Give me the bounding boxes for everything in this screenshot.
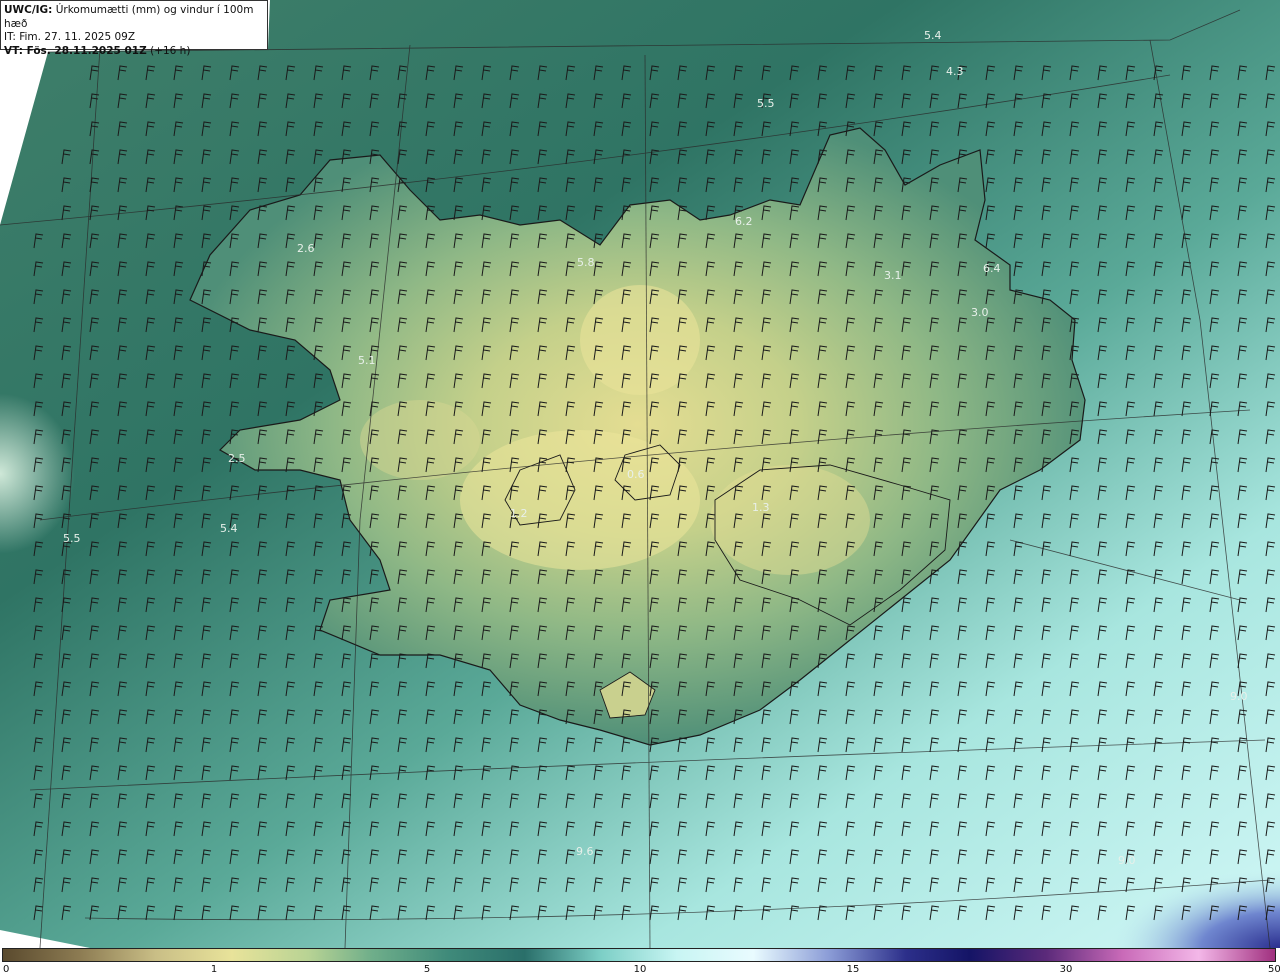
colorbar-tick: 10 (633, 964, 647, 975)
value-label: 2.5 (228, 452, 246, 465)
colorbar-tick: 5 (423, 964, 431, 975)
map-header: UWC/IG: Úrkomumætti (mm) og vindur í 100… (0, 0, 268, 57)
value-label: 5.1 (358, 354, 376, 367)
product-code: UWC/IG: (4, 4, 53, 16)
value-label: 5.8 (577, 256, 595, 269)
value-label: 4.3 (946, 65, 964, 78)
colorbar-tick: 15 (846, 964, 860, 975)
value-label: 6.2 (735, 215, 753, 228)
value-label: 5.5 (757, 97, 775, 110)
colorbar: 0 1 5 10 15 30 50 (0, 948, 1280, 978)
init-time: IT: Fim. 27. 11. 2025 09Z (4, 31, 136, 43)
value-label: 3.1 (884, 269, 902, 282)
value-label: 3.0 (971, 306, 989, 319)
value-label: 6.4 (983, 262, 1001, 275)
value-label: 0.6 (627, 468, 645, 481)
value-label: 9.0 (1118, 854, 1136, 867)
precipitation-map: 5.4 4.3 5.5 6.2 2.6 5.8 3.1 6.4 3.0 5.1 … (0, 0, 1280, 948)
colorbar-tick: 1 (210, 964, 218, 975)
value-label: 5.4 (924, 29, 942, 42)
colorbar-tick: 50 (1268, 964, 1280, 975)
value-label: 1.2 (510, 507, 528, 520)
colorbar-tick: 0 (3, 964, 10, 975)
valid-time: VT: Fös. 28.11.2025 01Z (4, 44, 147, 57)
colorbar-tick: 30 (1059, 964, 1073, 975)
value-label: 1.3 (752, 501, 770, 514)
value-label: 5.5 (63, 532, 81, 545)
value-label: 9.6 (576, 845, 594, 858)
value-label: 5.4 (220, 522, 238, 535)
colorbar-strip (2, 948, 1276, 962)
title-line: UWC/IG: Úrkomumætti (mm) og vindur í 100… (4, 4, 264, 31)
valid-line: VT: Fös. 28.11.2025 01Z (+16 h) (4, 45, 264, 59)
forecast-offset: (+16 h) (146, 44, 191, 57)
value-label: 2.6 (297, 242, 315, 255)
value-label: 9.0 (1230, 690, 1248, 703)
